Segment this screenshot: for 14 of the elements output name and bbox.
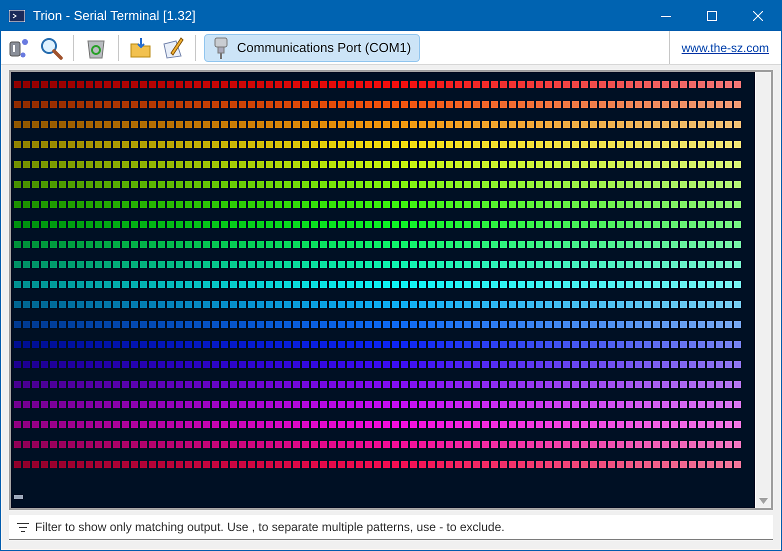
maximize-icon [707,11,717,21]
filter-icon [17,523,29,532]
folder-icon [129,36,153,60]
port-button[interactable]: Communications Port (COM1) [204,34,420,62]
terminal-icon [9,10,25,22]
filter-field[interactable]: Filter to show only matching output. Use , to separate multiple patterns, use - to exclude. [9,515,773,540]
scroll-down-icon [758,498,768,504]
close-icon [753,11,763,21]
website-link[interactable]: www.the-sz.com [682,38,769,56]
pencil-paper-icon [161,36,185,60]
window-title: Trion - Serial Terminal [1.32] [33,7,196,26]
serial-connector-icon [213,36,229,58]
search-icon [39,36,63,60]
cursor-icon [14,495,23,499]
